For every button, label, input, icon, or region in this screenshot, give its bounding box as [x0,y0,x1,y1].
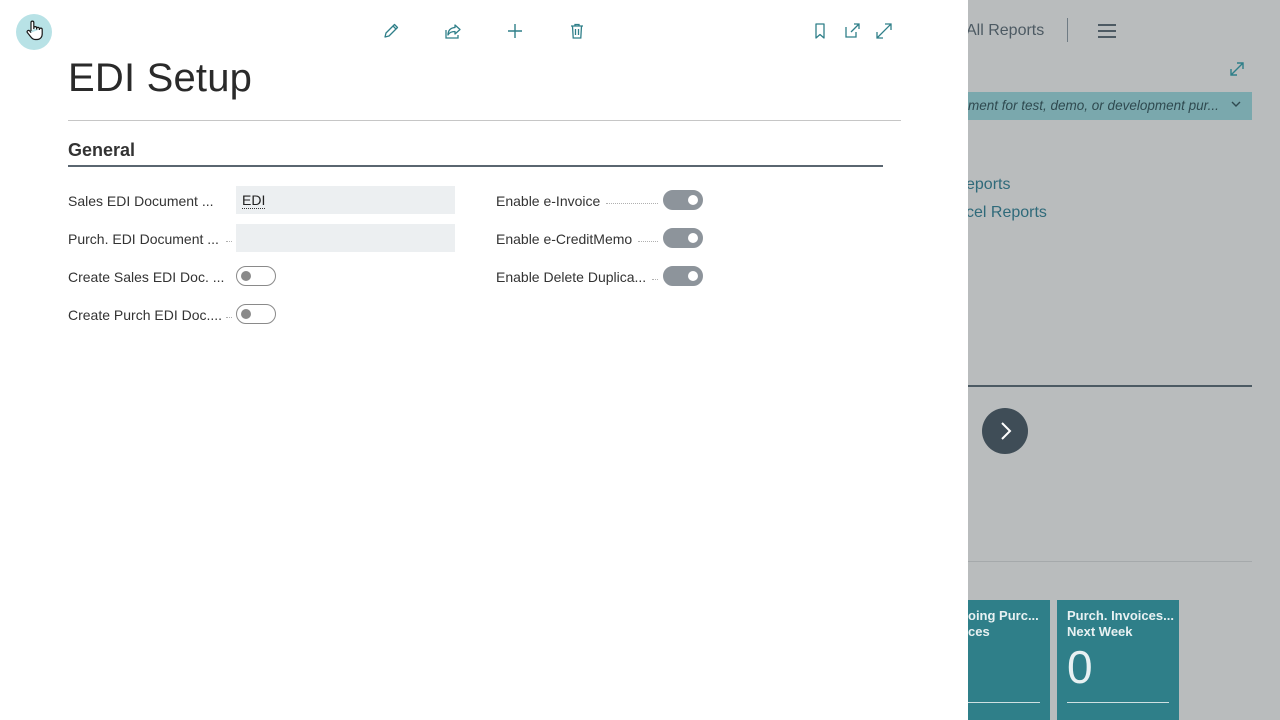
delete-button[interactable] [564,20,590,46]
sales-edi-document-label: Sales EDI Document ... [68,193,214,209]
trash-icon [568,22,586,45]
enable-e-creditmemo-label: Enable e-CreditMemo [496,231,633,247]
create-sales-edi-doc-toggle[interactable] [236,266,276,286]
title-divider [68,120,901,121]
tile-title: oing Purc... [968,608,1039,623]
chevron-down-icon[interactable] [1230,92,1242,120]
new-button[interactable] [502,20,528,46]
enable-delete-duplicate-label: Enable Delete Duplica... [496,269,647,285]
share-button[interactable] [440,20,466,46]
nav-all-reports[interactable]: All Reports [966,22,1044,40]
next-button[interactable] [982,408,1028,454]
edit-button[interactable] [378,20,404,46]
purch-edi-document-input[interactable] [236,224,455,252]
create-purch-edi-doc-label: Create Purch EDI Doc.... [68,307,223,323]
divider [940,561,1252,562]
hand-pointer-icon [24,19,44,46]
tile-rule [1067,702,1169,703]
sales-edi-document-input[interactable]: EDI [236,186,455,214]
reports-link[interactable]: eports [966,176,1010,194]
environment-banner[interactable]: ment for test, demo, or development pur.… [940,92,1252,120]
enable-e-invoice-label: Enable e-Invoice [496,193,601,209]
enable-delete-duplicate-toggle[interactable] [663,266,703,286]
cue-tile-purch-invoices-next-week[interactable]: Purch. Invoices... Next Week 0 [1057,600,1179,720]
share-icon [444,22,462,45]
open-new-window-button[interactable] [839,20,865,46]
expand-button[interactable] [871,20,897,46]
tile-title: Purch. Invoices... [1067,608,1174,623]
bookmark-button[interactable] [807,20,833,46]
create-purch-edi-doc-toggle[interactable] [236,304,276,324]
back-button[interactable] [16,14,52,50]
expand-icon[interactable] [1228,60,1246,83]
sales-edi-document-value: EDI [242,192,266,209]
expand-icon [875,22,893,45]
nav-divider [1067,18,1068,42]
tile-rule [968,702,1040,703]
edi-setup-dialog: EDI Setup General Sales EDI Document ...… [0,0,968,720]
page-title: EDI Setup [68,56,253,100]
banner-text: ment for test, demo, or development pur.… [968,98,1219,113]
tile-subtitle: ces [968,624,990,639]
section-divider [68,165,883,167]
hamburger-menu-icon[interactable] [1098,24,1116,38]
excel-reports-link[interactable]: cel Reports [966,204,1047,222]
create-sales-edi-doc-label: Create Sales EDI Doc. ... [68,269,225,285]
open-in-new-window-icon [843,22,861,45]
section-title-general[interactable]: General [68,140,135,161]
enable-e-invoice-toggle[interactable] [663,190,703,210]
edit-icon [382,22,400,45]
bookmark-icon [811,22,829,45]
section-divider [940,385,1252,387]
plus-icon [506,22,524,45]
purch-edi-document-label: Purch. EDI Document ... [68,231,219,247]
tile-value: 0 [1067,641,1093,693]
tile-subtitle: Next Week [1067,624,1133,639]
enable-e-creditmemo-toggle[interactable] [663,228,703,248]
